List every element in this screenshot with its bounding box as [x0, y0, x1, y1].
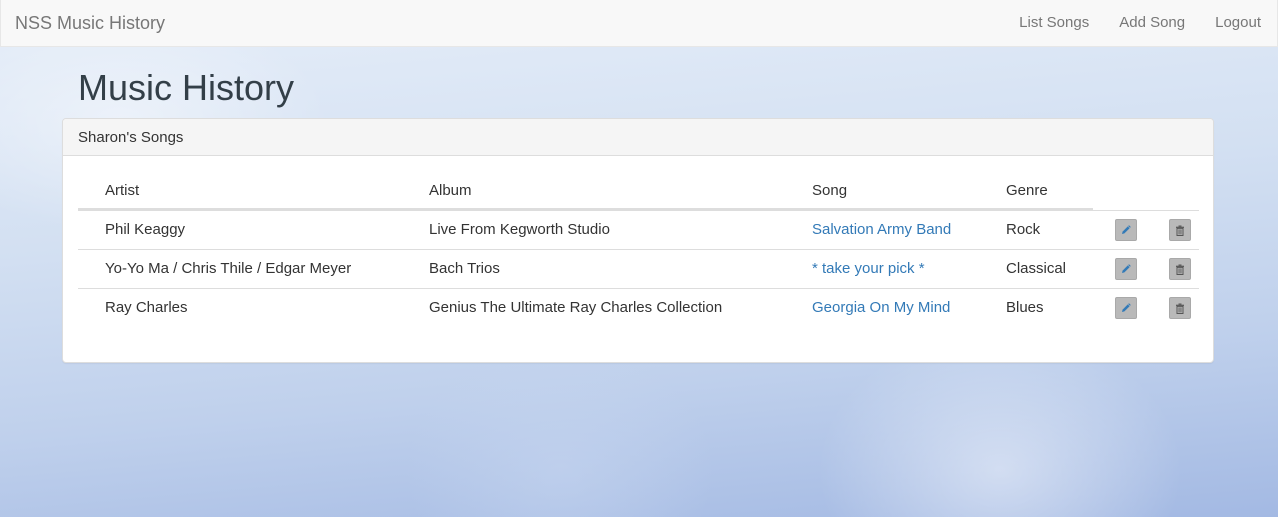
pencil-icon — [1122, 264, 1131, 273]
nav-logout-link[interactable]: Logout — [1215, 13, 1261, 33]
brand-link[interactable]: NSS Music History — [15, 12, 165, 34]
table-row: Yo-Yo Ma / Chris Thile / Edgar Meyer Bac… — [78, 249, 1199, 288]
column-header-album: Album — [429, 182, 472, 199]
delete-button[interactable] — [1169, 297, 1191, 319]
songs-panel: Sharon's Songs Artist Album Song Genre P… — [62, 118, 1214, 363]
genre-cell: Blues — [1006, 299, 1044, 316]
album-cell: Genius The Ultimate Ray Charles Collecti… — [429, 299, 723, 316]
column-header-song: Song — [812, 182, 848, 199]
trash-icon — [1176, 303, 1184, 314]
delete-button[interactable] — [1169, 219, 1191, 241]
top-navbar: NSS Music History List Songs Add Song Lo… — [0, 0, 1278, 47]
artist-cell: Phil Keaggy — [105, 221, 186, 238]
song-link[interactable]: Georgia On My Mind — [812, 299, 950, 317]
pencil-icon — [1122, 303, 1131, 312]
trash-icon — [1176, 264, 1184, 275]
nav-links: List Songs Add Song Logout — [989, 0, 1261, 46]
table-row: Phil Keaggy Live From Kegworth Studio Sa… — [78, 210, 1199, 249]
trash-icon — [1176, 225, 1184, 236]
edit-button[interactable] — [1115, 219, 1137, 241]
page-title: Music History — [78, 67, 295, 108]
edit-button[interactable] — [1115, 258, 1137, 280]
artist-cell: Yo-Yo Ma / Chris Thile / Edgar Meyer — [105, 260, 352, 277]
delete-button[interactable] — [1169, 258, 1191, 280]
pencil-icon — [1122, 225, 1131, 234]
column-header-artist: Artist — [105, 182, 140, 199]
table-header: Artist Album Song Genre — [78, 172, 1199, 210]
nav-add-song-link[interactable]: Add Song — [1119, 13, 1185, 33]
song-link[interactable]: * take your pick * — [812, 260, 925, 278]
artist-cell: Ray Charles — [105, 299, 188, 316]
song-link[interactable]: Salvation Army Band — [812, 221, 951, 239]
table-row: Ray Charles Genius The Ultimate Ray Char… — [78, 288, 1199, 327]
songs-table: Artist Album Song Genre Phil Keaggy Live… — [78, 172, 1199, 327]
edit-button[interactable] — [1115, 297, 1137, 319]
album-cell: Bach Trios — [429, 260, 500, 277]
album-cell: Live From Kegworth Studio — [429, 221, 610, 238]
genre-cell: Classical — [1006, 260, 1067, 277]
column-header-genre: Genre — [1006, 182, 1048, 199]
nav-list-songs-link[interactable]: List Songs — [1019, 13, 1089, 33]
genre-cell: Rock — [1006, 221, 1041, 238]
panel-heading: Sharon's Songs — [63, 119, 1213, 156]
